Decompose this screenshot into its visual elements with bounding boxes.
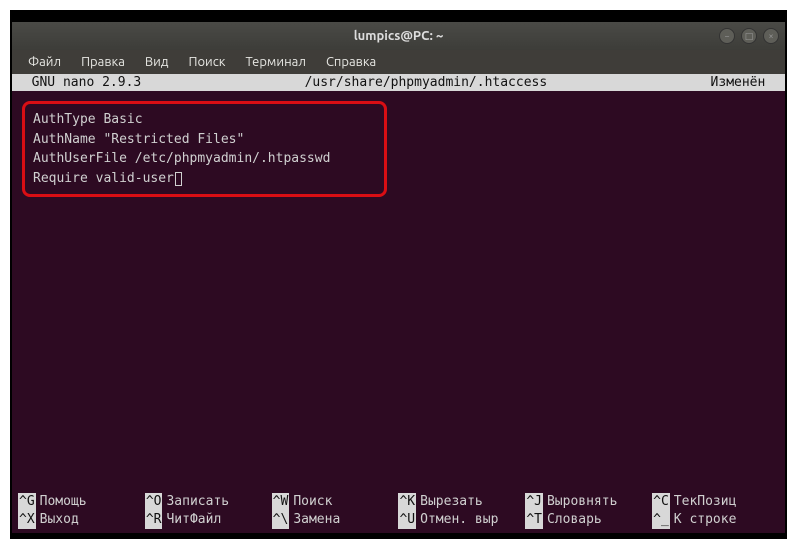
shortcut-cut: ^K Вырезать — [398, 493, 525, 511]
shortcut-label: ЧитФайл — [166, 511, 221, 529]
shortcut-key: ^C — [652, 493, 670, 511]
nano-header: GNU nano 2.9.3 /usr/share/phpmyadmin/.ht… — [12, 74, 785, 91]
shortcut-label: ТекПозиц — [674, 493, 737, 511]
editor-line-text: Require valid-user — [33, 171, 174, 186]
shortcut-label: Замена — [293, 511, 340, 529]
editor-line: AuthUserFile /etc/phpmyadmin/.htpasswd — [33, 149, 376, 169]
maximize-button[interactable]: □ — [741, 28, 757, 44]
window-controls: − □ × — [719, 28, 779, 44]
shortcut-row-2: ^X Выход ^R ЧитФайл ^\ Замена ^U Отмен. … — [18, 511, 779, 529]
shortcut-key: ^_ — [652, 511, 670, 529]
nano-status: Изменён — [711, 74, 781, 91]
shortcut-label: Записать — [166, 493, 229, 511]
menubar: Файл Правка Вид Поиск Терминал Справка — [12, 50, 785, 74]
shortcut-label: Поиск — [293, 493, 332, 511]
shortcut-writeout: ^O Записать — [145, 493, 272, 511]
shortcut-label: Вырезать — [420, 493, 483, 511]
shortcut-label: Выровнять — [547, 493, 617, 511]
close-icon: × — [768, 31, 773, 41]
shortcut-key: ^W — [272, 493, 290, 511]
shortcut-label: Выход — [40, 511, 79, 529]
shortcut-search: ^W Поиск — [272, 493, 399, 511]
menu-help[interactable]: Справка — [318, 53, 384, 71]
shortcut-bar: ^G Помощь ^O Записать ^W Поиск ^K Выреза… — [18, 493, 779, 529]
editor-area[interactable]: AuthType Basic AuthName "Restricted File… — [18, 91, 779, 197]
shortcut-uncut: ^U Отмен. выр — [398, 511, 525, 529]
shortcut-key: ^J — [525, 493, 543, 511]
menu-terminal[interactable]: Терминал — [237, 53, 313, 71]
shortcut-key: ^\ — [272, 511, 290, 529]
shortcut-key: ^T — [525, 511, 543, 529]
shortcut-spell: ^T Словарь — [525, 511, 652, 529]
editor-line: AuthType Basic — [33, 110, 376, 130]
maximize-icon: □ — [745, 31, 754, 42]
app-window: lumpics@PC: ~ − □ × Файл Правка Вид Поис… — [10, 10, 787, 539]
window-title: lumpics@PC: ~ — [354, 29, 444, 43]
nano-app-name: GNU nano 2.9.3 — [16, 74, 141, 91]
menu-view[interactable]: Вид — [137, 53, 177, 71]
minimize-button[interactable]: − — [719, 28, 735, 44]
editor-line: Require valid-user — [33, 169, 376, 189]
shortcut-key: ^X — [18, 511, 36, 529]
shortcut-label: Отмен. выр — [420, 511, 498, 529]
close-button[interactable]: × — [763, 28, 779, 44]
shortcut-replace: ^\ Замена — [272, 511, 399, 529]
menu-file[interactable]: Файл — [20, 53, 69, 71]
nano-file-path: /usr/share/phpmyadmin/.htaccess — [141, 74, 710, 91]
titlebar: lumpics@PC: ~ − □ × — [12, 22, 785, 50]
shortcut-label: Помощь — [40, 493, 87, 511]
content-highlight: AuthType Basic AuthName "Restricted File… — [22, 101, 387, 197]
shortcut-key: ^R — [145, 511, 163, 529]
terminal-area[interactable]: GNU nano 2.9.3 /usr/share/phpmyadmin/.ht… — [12, 74, 785, 533]
shortcut-key: ^K — [398, 493, 416, 511]
shortcut-key: ^G — [18, 493, 36, 511]
minimize-icon: − — [724, 31, 729, 41]
shortcut-position: ^C ТекПозиц — [652, 493, 779, 511]
shortcut-label: Словарь — [547, 511, 602, 529]
shortcut-help: ^G Помощь — [18, 493, 145, 511]
editor-line: AuthName "Restricted Files" — [33, 130, 376, 150]
shortcut-exit: ^X Выход — [18, 511, 145, 529]
shortcut-justify: ^J Выровнять — [525, 493, 652, 511]
shortcut-readfile: ^R ЧитФайл — [145, 511, 272, 529]
shortcut-gotoline: ^_ К строке — [652, 511, 779, 529]
shortcut-key: ^U — [398, 511, 416, 529]
shortcut-row-1: ^G Помощь ^O Записать ^W Поиск ^K Выреза… — [18, 493, 779, 511]
menu-edit[interactable]: Правка — [73, 53, 133, 71]
shortcut-key: ^O — [145, 493, 163, 511]
cursor-icon — [175, 172, 182, 186]
shortcut-label: К строке — [674, 511, 737, 529]
menu-search[interactable]: Поиск — [180, 53, 233, 71]
